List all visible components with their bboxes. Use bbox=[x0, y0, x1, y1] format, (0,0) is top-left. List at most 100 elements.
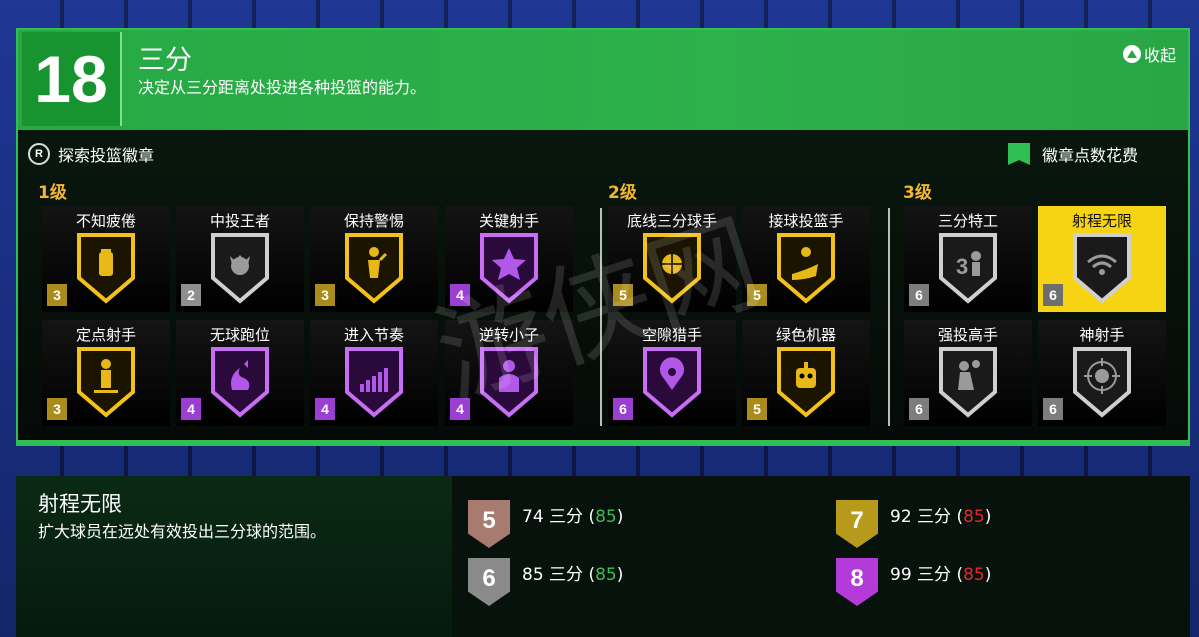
badge-name: 接球投篮手 bbox=[768, 212, 844, 230]
badge-name: 绿色机器 bbox=[775, 326, 836, 344]
requirement-level-icon: 7 bbox=[836, 500, 878, 548]
requirement-text: 99 三分 (85) bbox=[890, 565, 992, 585]
badge-card[interactable]: 射程无限 6 bbox=[1038, 206, 1166, 312]
badge-card[interactable]: 保持警惕 3 bbox=[310, 206, 438, 312]
badge-grid-area: R 探索投篮徽章 徽章点数花费 1级 2级 3级 不知疲倦 3 中投王者 2 保持警惕 3… bbox=[18, 130, 1188, 444]
cost-label: 徽章点数花费 bbox=[1041, 146, 1138, 165]
requirement-level-icon: 5 bbox=[468, 500, 510, 548]
badge-level-indicator: 3 bbox=[47, 284, 67, 306]
badge-name: 神射手 bbox=[1079, 326, 1125, 344]
category-header: 18 三分 决定从三分距离处投进各种投篮的能力。 收起 bbox=[18, 30, 1188, 130]
corner-basketball-icon bbox=[643, 233, 701, 304]
requirement-text: 74 三分 (85) bbox=[522, 507, 624, 527]
tier-divider bbox=[600, 208, 602, 426]
tier-divider bbox=[888, 208, 890, 426]
badge-card[interactable]: 强投高手 6 bbox=[904, 320, 1032, 426]
badge-level-indicator: 6 bbox=[613, 398, 633, 420]
badge-name: 定点射手 bbox=[75, 326, 136, 344]
badge-card[interactable]: 中投王者 2 bbox=[176, 206, 304, 312]
badge-level-indicator: 4 bbox=[315, 398, 335, 420]
badge-flag-icon bbox=[1007, 143, 1030, 165]
badge-card[interactable]: 关键射手 4 bbox=[445, 206, 573, 312]
triangle-button-icon bbox=[1122, 45, 1141, 63]
category-title: 三分 bbox=[138, 45, 192, 76]
current-attribute-value: 85 bbox=[963, 565, 985, 585]
badge-level-indicator: 4 bbox=[450, 284, 470, 306]
three-agent-icon: 3 bbox=[939, 233, 997, 304]
spot-shooter-icon bbox=[77, 347, 135, 418]
wifi-range-icon bbox=[1073, 233, 1131, 304]
badge-level-indicator: 5 bbox=[613, 284, 633, 306]
badge-name: 强投高手 bbox=[937, 326, 998, 344]
location-pin-icon bbox=[643, 347, 701, 418]
badge-name: 关键射手 bbox=[478, 212, 539, 230]
current-attribute-value: 85 bbox=[595, 507, 617, 527]
badge-name: 无球跑位 bbox=[209, 326, 270, 344]
collapse-label: 收起 bbox=[1143, 46, 1176, 65]
badge-card[interactable]: 接球投篮手 5 bbox=[742, 206, 870, 312]
badge-point-cost: 徽章点数花费 bbox=[1007, 142, 1138, 166]
badge-level-indicator: 2 bbox=[181, 284, 201, 306]
mid-range-king-icon bbox=[211, 233, 269, 304]
tier-label-2: 2级 bbox=[608, 183, 637, 203]
badge-detail-panel: 射程无限 扩大球员在远处有效投出三分球的范围。 5 74 三分 (85) 6 85 三… bbox=[16, 476, 1190, 637]
badge-name: 进入节奏 bbox=[343, 326, 404, 344]
star-icon bbox=[480, 233, 538, 304]
badge-card[interactable]: 底线三分球手 5 bbox=[608, 206, 736, 312]
current-attribute-value: 85 bbox=[595, 565, 617, 585]
badge-name: 不知疲倦 bbox=[75, 212, 136, 230]
badge-level-indicator: 4 bbox=[181, 398, 201, 420]
badge-card[interactable]: 无球跑位 4 bbox=[176, 320, 304, 426]
explore-shooting-badges[interactable]: R 探索投篮徽章 bbox=[28, 142, 154, 166]
badge-name: 三分特工 bbox=[937, 212, 998, 230]
badge-level-indicator: 5 bbox=[747, 284, 767, 306]
rhythm-bars-icon bbox=[345, 347, 403, 418]
badge-level-indicator: 4 bbox=[450, 398, 470, 420]
badge-level-indicator: 5 bbox=[747, 398, 767, 420]
badge-card[interactable]: 三分特工 3 6 bbox=[904, 206, 1032, 312]
badge-card[interactable]: 空隙猎手 6 bbox=[608, 320, 736, 426]
category-description: 决定从三分距离处投进各种投篮的能力。 bbox=[138, 78, 427, 97]
svg-text:3: 3 bbox=[956, 254, 968, 279]
badge-level-indicator: 6 bbox=[1043, 398, 1063, 420]
badge-name: 中投王者 bbox=[209, 212, 270, 230]
badge-level-indicator: 6 bbox=[909, 284, 929, 306]
skull-crosshair-icon bbox=[1073, 347, 1131, 418]
badge-card[interactable]: 神射手 6 bbox=[1038, 320, 1166, 426]
current-attribute-value: 85 bbox=[963, 507, 985, 527]
collapse-button[interactable]: 收起 bbox=[1122, 42, 1176, 66]
tier-label-3: 3级 bbox=[903, 183, 932, 203]
badge-detail-info: 射程无限 扩大球员在远处有效投出三分球的范围。 bbox=[16, 476, 452, 637]
badge-card[interactable]: 定点射手 3 bbox=[42, 320, 170, 426]
badge-card[interactable]: 逆转小子 4 bbox=[445, 320, 573, 426]
panel-bottom-border bbox=[18, 440, 1188, 444]
hard-shot-icon bbox=[939, 347, 997, 418]
robot-icon bbox=[777, 347, 835, 418]
explore-label: 探索投篮徽章 bbox=[58, 146, 155, 165]
badge-card[interactable]: 不知疲倦 3 bbox=[42, 206, 170, 312]
requirement-text: 92 三分 (85) bbox=[890, 507, 992, 527]
badge-name: 逆转小子 bbox=[478, 326, 539, 344]
badge-level-indicator: 3 bbox=[315, 284, 335, 306]
badge-level-indicator: 6 bbox=[909, 398, 929, 420]
badge-detail-description: 扩大球员在远处有效投出三分球的范围。 bbox=[38, 522, 327, 541]
alert-shooter-icon bbox=[345, 233, 403, 304]
requirement-row: 8 99 三分 (85) bbox=[836, 558, 991, 606]
r-button-icon: R bbox=[28, 143, 50, 165]
badge-category-panel: 18 三分 决定从三分距离处投进各种投篮的能力。 收起 R 探索投篮徽章 徽章点… bbox=[16, 28, 1190, 446]
requirement-row: 5 74 三分 (85) bbox=[468, 500, 623, 548]
badge-level-indicator: 6 bbox=[1043, 284, 1063, 306]
comeback-player-icon bbox=[480, 347, 538, 418]
badge-card[interactable]: 进入节奏 4 bbox=[310, 320, 438, 426]
tier-label-1: 1级 bbox=[38, 183, 67, 203]
requirement-text: 85 三分 (85) bbox=[522, 565, 624, 585]
badge-name: 保持警惕 bbox=[343, 212, 404, 230]
badge-name: 底线三分球手 bbox=[626, 212, 717, 230]
energy-drink-icon bbox=[77, 233, 135, 304]
catch-shoot-hand-icon bbox=[777, 233, 835, 304]
badge-detail-name: 射程无限 bbox=[38, 492, 122, 516]
badge-card[interactable]: 绿色机器 5 bbox=[742, 320, 870, 426]
requirement-level-icon: 6 bbox=[468, 558, 510, 606]
requirement-level-icon: 8 bbox=[836, 558, 878, 606]
requirement-row: 7 92 三分 (85) bbox=[836, 500, 991, 548]
